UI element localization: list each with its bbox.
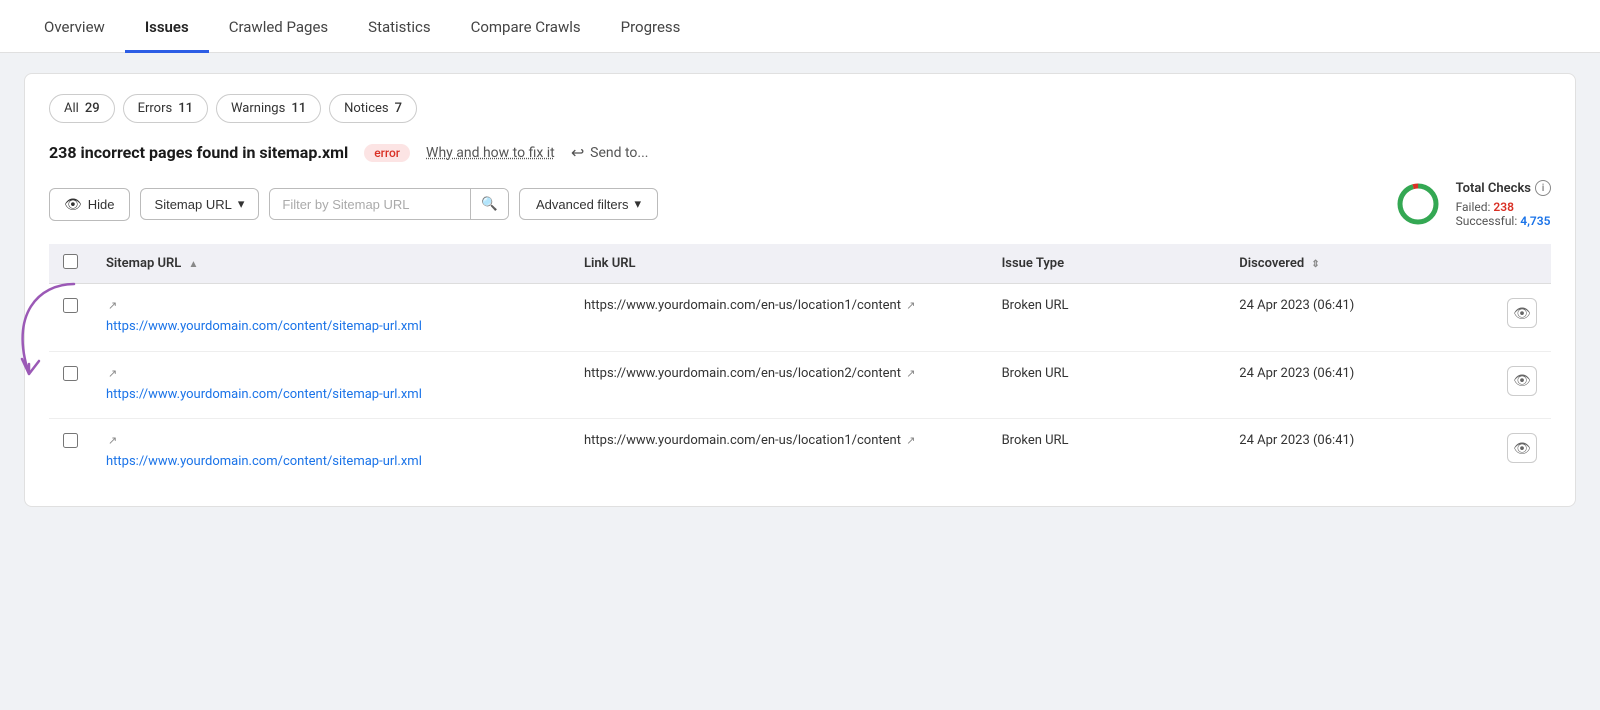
col-link-url: Link URL bbox=[570, 244, 988, 284]
external-link-icon-link[interactable]: ↗ bbox=[906, 299, 915, 312]
filter-tab-label: Notices bbox=[344, 101, 389, 116]
chevron-down-icon-2: ▾ bbox=[634, 196, 641, 212]
table-row: ↗ https://www.yourdomain.com/content/sit… bbox=[49, 351, 1551, 419]
view-button-2[interactable]: 👁 bbox=[1507, 433, 1537, 463]
issue-type-cell: Broken URL bbox=[988, 284, 1226, 352]
col-action bbox=[1493, 244, 1551, 284]
table-body: ↗ https://www.yourdomain.com/content/sit… bbox=[49, 284, 1551, 486]
filter-tab-label: Errors bbox=[138, 101, 173, 116]
row-checkbox-0[interactable] bbox=[63, 298, 78, 313]
issue-type-cell: Broken URL bbox=[988, 419, 1226, 486]
sort-icon-sitemap: ▲ bbox=[189, 259, 199, 270]
discovered-cell: 24 Apr 2023 (06:41) bbox=[1225, 284, 1493, 352]
search-button[interactable]: 🔍 bbox=[470, 189, 508, 219]
filter-tab-count: 29 bbox=[85, 101, 100, 116]
filter-tab-label: Warnings bbox=[231, 101, 285, 116]
view-button-0[interactable]: 👁 bbox=[1507, 298, 1537, 328]
sitemap-url-link[interactable]: https://www.yourdomain.com/content/sitem… bbox=[106, 317, 556, 337]
successful-row: Successful: 4,735 bbox=[1456, 214, 1551, 228]
nav-tab-crawled-pages[interactable]: Crawled Pages bbox=[209, 0, 348, 53]
discovered-cell: 24 Apr 2023 (06:41) bbox=[1225, 419, 1493, 486]
filter-tab-count: 11 bbox=[291, 101, 306, 116]
main-content: All 29 Errors 11 Warnings 11 Notices 7 238 inco… bbox=[0, 53, 1600, 527]
send-to-link[interactable]: Send to... bbox=[571, 143, 649, 162]
sitemap-url-link[interactable]: https://www.yourdomain.com/content/sitem… bbox=[106, 385, 556, 405]
filter-tab-all[interactable]: All 29 bbox=[49, 94, 115, 123]
col-issue-type: Issue Type bbox=[988, 244, 1226, 284]
filter-tabs-row: All 29 Errors 11 Warnings 11 Notices 7 bbox=[49, 94, 1551, 123]
table-header-row: Sitemap URL ▲ Link URL Issue Type Discov… bbox=[49, 244, 1551, 284]
col-sitemap-url[interactable]: Sitemap URL ▲ bbox=[92, 244, 570, 284]
external-link-icon-link[interactable]: ↗ bbox=[906, 367, 915, 380]
advanced-filters-label: Advanced filters bbox=[536, 197, 629, 212]
nav-tab-overview[interactable]: Overview bbox=[24, 0, 125, 53]
panel: All 29 Errors 11 Warnings 11 Notices 7 238 inco… bbox=[24, 73, 1576, 507]
error-badge: error bbox=[364, 144, 410, 162]
nav-tab-progress[interactable]: Progress bbox=[601, 0, 701, 53]
external-link-icon[interactable]: ↗ bbox=[108, 299, 117, 312]
fix-link[interactable]: Why and how to fix it bbox=[426, 145, 555, 161]
data-table: Sitemap URL ▲ Link URL Issue Type Discov… bbox=[49, 244, 1551, 486]
failed-row: Failed: 238 bbox=[1456, 200, 1551, 214]
filter-tab-warnings[interactable]: Warnings 11 bbox=[216, 94, 321, 123]
sitemap-url-link[interactable]: https://www.yourdomain.com/content/sitem… bbox=[106, 452, 556, 472]
search-input[interactable] bbox=[270, 190, 470, 219]
total-checks: Total Checks i Failed: 238 Successful: 4… bbox=[1394, 180, 1551, 228]
toolbar: 👁 Hide Sitemap URL ▾ 🔍 Advanced filters … bbox=[49, 180, 1551, 228]
issue-title: 238 incorrect pages found in sitemap.xml bbox=[49, 143, 348, 162]
filter-tab-notices[interactable]: Notices 7 bbox=[329, 94, 417, 123]
search-icon: 🔍 bbox=[481, 196, 498, 211]
external-link-icon[interactable]: ↗ bbox=[108, 434, 117, 447]
filter-tab-count: 11 bbox=[178, 101, 193, 116]
hide-button[interactable]: 👁 Hide bbox=[49, 188, 130, 221]
issue-header: 238 incorrect pages found in sitemap.xml… bbox=[49, 143, 1551, 162]
filter-tab-errors[interactable]: Errors 11 bbox=[123, 94, 208, 123]
chevron-down-icon: ▾ bbox=[238, 196, 245, 212]
nav-tabs: OverviewIssuesCrawled PagesStatisticsCom… bbox=[0, 0, 1600, 53]
sort-icon-discovered: ⇕ bbox=[1311, 259, 1319, 270]
row-checkbox-2[interactable] bbox=[63, 433, 78, 448]
eye-icon: 👁 bbox=[64, 196, 82, 213]
sitemap-url-dropdown[interactable]: Sitemap URL ▾ bbox=[140, 188, 260, 220]
col-discovered[interactable]: Discovered ⇕ bbox=[1225, 244, 1493, 284]
select-all-col bbox=[49, 244, 92, 284]
discovered-cell: 24 Apr 2023 (06:41) bbox=[1225, 351, 1493, 419]
row-checkbox-1[interactable] bbox=[63, 366, 78, 381]
hide-label: Hide bbox=[88, 197, 115, 212]
external-link-icon-link[interactable]: ↗ bbox=[906, 434, 915, 447]
search-wrapper: 🔍 bbox=[269, 188, 509, 220]
info-icon[interactable]: i bbox=[1535, 180, 1551, 196]
table-row: ↗ https://www.yourdomain.com/content/sit… bbox=[49, 419, 1551, 486]
select-all-checkbox[interactable] bbox=[63, 254, 78, 269]
external-link-icon[interactable]: ↗ bbox=[108, 367, 117, 380]
filter-tab-label: All bbox=[64, 101, 79, 116]
nav-tab-statistics[interactable]: Statistics bbox=[348, 0, 450, 53]
issue-type-cell: Broken URL bbox=[988, 351, 1226, 419]
app-container: OverviewIssuesCrawled PagesStatisticsCom… bbox=[0, 0, 1600, 710]
total-checks-info: Total Checks i Failed: 238 Successful: 4… bbox=[1456, 180, 1551, 228]
table-head: Sitemap URL ▲ Link URL Issue Type Discov… bbox=[49, 244, 1551, 284]
table-row: ↗ https://www.yourdomain.com/content/sit… bbox=[49, 284, 1551, 352]
sitemap-url-label: Sitemap URL bbox=[155, 197, 232, 212]
total-checks-title: Total Checks i bbox=[1456, 180, 1551, 196]
table-wrapper: Sitemap URL ▲ Link URL Issue Type Discov… bbox=[49, 244, 1551, 486]
view-button-1[interactable]: 👁 bbox=[1507, 366, 1537, 396]
advanced-filters-button[interactable]: Advanced filters ▾ bbox=[519, 188, 658, 220]
filter-tab-count: 7 bbox=[395, 101, 402, 116]
nav-tab-compare-crawls[interactable]: Compare Crawls bbox=[451, 0, 601, 53]
nav-tab-issues[interactable]: Issues bbox=[125, 0, 209, 53]
donut-chart bbox=[1394, 180, 1442, 228]
